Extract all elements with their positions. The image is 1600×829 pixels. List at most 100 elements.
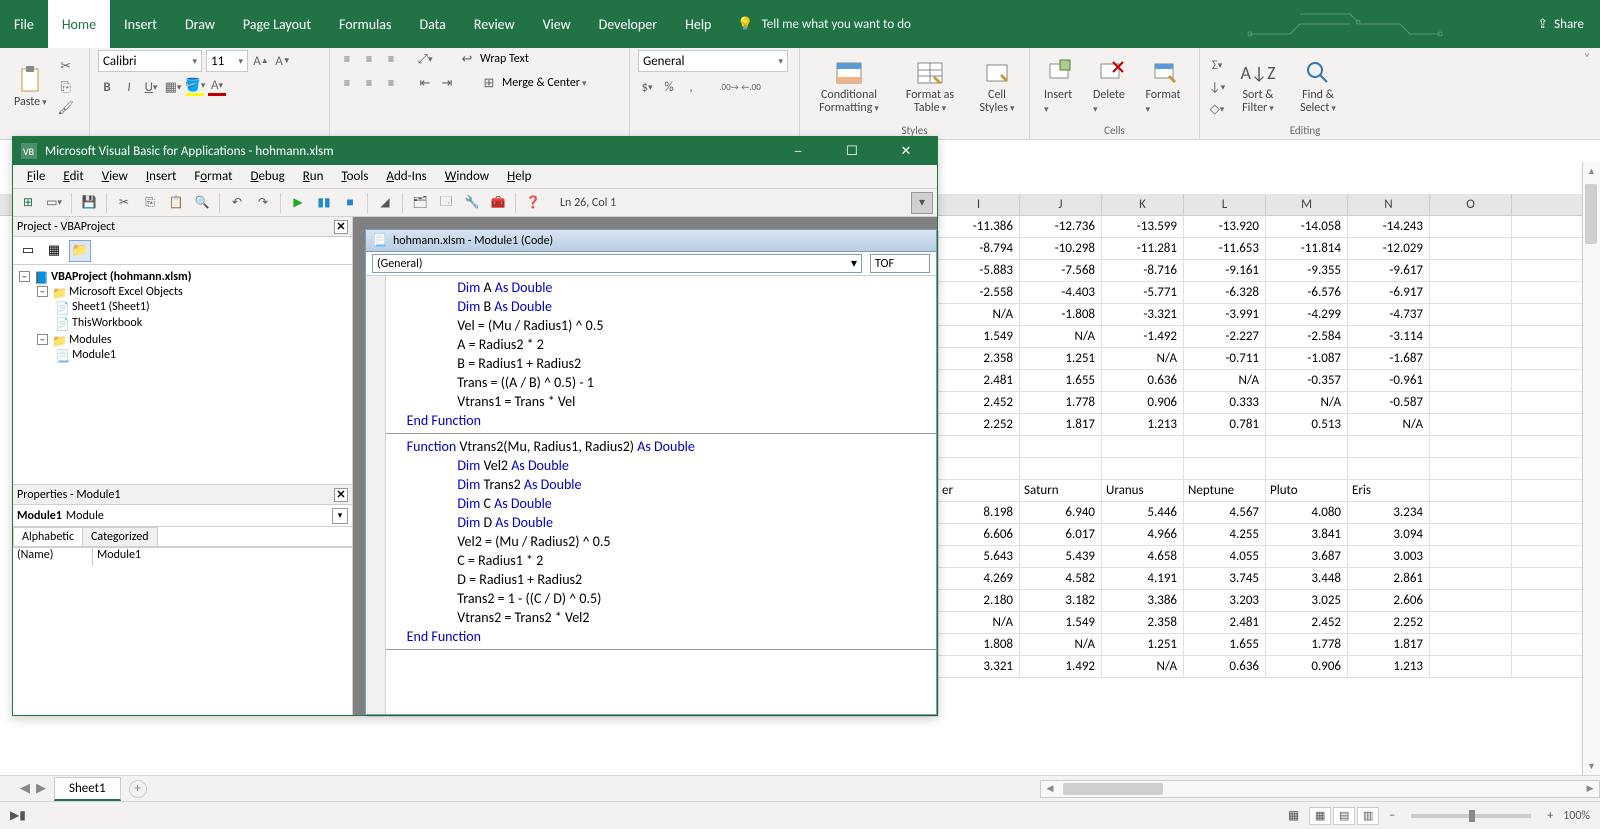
cell[interactable]: N/A (1020, 634, 1102, 655)
find-button[interactable]: 🔍 (191, 192, 213, 214)
horizontal-scrollbar[interactable]: ◀ ▶ (1040, 780, 1600, 798)
cell[interactable]: -9.617 (1348, 260, 1430, 281)
tab-insert[interactable]: Insert (110, 0, 171, 48)
cell[interactable]: 4.055 (1184, 546, 1266, 567)
object-dropdown[interactable]: ▾ (332, 508, 348, 524)
cell[interactable]: 4.966 (1102, 524, 1184, 545)
cell[interactable]: 1.817 (1348, 634, 1430, 655)
help-button[interactable]: ❓ (522, 192, 544, 214)
props-tab-categorized[interactable]: Categorized (82, 527, 157, 546)
decrease-indent-button[interactable]: ⇤ (416, 74, 434, 92)
macro-record-icon[interactable]: ▶▮ (10, 808, 26, 823)
reset-button[interactable]: ■ (339, 192, 361, 214)
cell[interactable]: -5.883 (938, 260, 1020, 281)
cell[interactable]: N/A (1102, 656, 1184, 677)
cell[interactable]: Pluto (1266, 480, 1348, 501)
cell[interactable]: 3.003 (1348, 546, 1430, 567)
cell[interactable] (1430, 216, 1512, 237)
cell[interactable]: 3.448 (1266, 568, 1348, 589)
cell[interactable]: -0.587 (1348, 392, 1430, 413)
zoom-level[interactable]: 100% (1563, 809, 1590, 823)
cell[interactable]: 3.321 (938, 656, 1020, 677)
cell[interactable]: 1.808 (938, 634, 1020, 655)
cut-button[interactable]: ✂ (57, 57, 75, 75)
cell[interactable]: 4.191 (1102, 568, 1184, 589)
cell[interactable]: -11.281 (1102, 238, 1184, 259)
vba-menu-help[interactable]: Help (499, 167, 539, 186)
run-button[interactable]: ▶ (287, 192, 309, 214)
scroll-up-button[interactable]: ▲ (1583, 162, 1600, 180)
sheet-prev-button[interactable]: ◀ (20, 781, 30, 796)
cell[interactable]: -1.087 (1266, 348, 1348, 369)
sheet-tab-sheet1[interactable]: Sheet1 (54, 777, 121, 801)
cell[interactable]: 4.567 (1184, 502, 1266, 523)
increase-font-button[interactable]: A▲ (252, 52, 270, 70)
tree-thisworkbook[interactable]: ThisWorkbook (72, 316, 142, 330)
cell[interactable] (1430, 392, 1512, 413)
cell[interactable]: -13.920 (1184, 216, 1266, 237)
display-settings-icon[interactable]: ▦ (1288, 808, 1299, 823)
cell[interactable]: 3.025 (1266, 590, 1348, 611)
cell[interactable]: -9.355 (1266, 260, 1348, 281)
cell[interactable]: 5.643 (938, 546, 1020, 567)
cell[interactable]: 1.655 (1020, 370, 1102, 391)
cell[interactable]: 5.439 (1020, 546, 1102, 567)
cell[interactable]: 2.452 (938, 392, 1020, 413)
cell[interactable]: 2.481 (1184, 612, 1266, 633)
cell[interactable] (1430, 656, 1512, 677)
cell-styles-button[interactable]: Cell Styles (970, 57, 1024, 117)
cell[interactable]: 2.358 (1102, 612, 1184, 633)
tree-modules-folder[interactable]: Modules (69, 333, 112, 347)
cell[interactable] (1430, 370, 1512, 391)
page-layout-view-button[interactable]: ▤ (1333, 807, 1355, 825)
format-painter-button[interactable]: 🖌 (57, 99, 75, 117)
properties-pane-close[interactable]: ✕ (334, 488, 348, 502)
cell[interactable] (1430, 480, 1512, 501)
tree-objects-folder[interactable]: Microsoft Excel Objects (69, 285, 183, 299)
format-as-table-button[interactable]: Format as Table (894, 57, 966, 117)
tab-developer[interactable]: Developer (585, 0, 671, 48)
cell[interactable]: 1.213 (1102, 414, 1184, 435)
cell[interactable] (1430, 282, 1512, 303)
cell[interactable]: 0.636 (1102, 370, 1184, 391)
column-header[interactable]: K (1102, 194, 1184, 215)
cell[interactable] (1430, 524, 1512, 545)
tell-me-search[interactable]: 💡 Tell me what you want to do (737, 17, 911, 32)
cell[interactable]: 6.606 (938, 524, 1020, 545)
find-select-button[interactable]: Find & Select (1290, 57, 1346, 117)
vba-menu-window[interactable]: Window (437, 167, 497, 186)
tab-draw[interactable]: Draw (171, 0, 229, 48)
cell[interactable]: -8.716 (1102, 260, 1184, 281)
column-header[interactable]: J (1020, 194, 1102, 215)
cell[interactable]: Saturn (1020, 480, 1102, 501)
cell[interactable]: 2.606 (1348, 590, 1430, 611)
undo-button[interactable]: ↶ (226, 192, 248, 214)
scroll-down-button[interactable]: ▼ (1583, 757, 1600, 775)
cell[interactable] (1184, 458, 1266, 479)
cut-button[interactable]: ✂ (113, 192, 135, 214)
cell[interactable]: N/A (1102, 348, 1184, 369)
cell[interactable]: 2.358 (938, 348, 1020, 369)
cell[interactable] (1020, 436, 1102, 457)
cell[interactable] (1430, 348, 1512, 369)
tab-help[interactable]: Help (671, 0, 725, 48)
align-middle-button[interactable]: ≡ (360, 50, 378, 68)
view-code-button[interactable]: ▭ (17, 240, 39, 262)
tab-home[interactable]: Home (48, 0, 110, 48)
page-break-view-button[interactable]: ▥ (1357, 807, 1379, 825)
cell[interactable]: 3.841 (1266, 524, 1348, 545)
borders-button[interactable]: ▦ (164, 78, 182, 96)
cell[interactable]: Uranus (1102, 480, 1184, 501)
cell[interactable]: -2.558 (938, 282, 1020, 303)
cell[interactable]: 6.017 (1020, 524, 1102, 545)
excel-view-button[interactable]: ⊞ (17, 192, 39, 214)
scroll-left-button[interactable]: ◀ (1041, 781, 1059, 797)
tab-page-layout[interactable]: Page Layout (229, 0, 325, 48)
increase-indent-button[interactable]: ⇥ (438, 74, 456, 92)
insert-module-button[interactable]: ▭ (43, 192, 65, 214)
cell[interactable]: -10.298 (1020, 238, 1102, 259)
cell[interactable] (1430, 260, 1512, 281)
zoom-slider[interactable] (1411, 814, 1531, 818)
cell[interactable] (1430, 304, 1512, 325)
format-cells-button[interactable]: Format (1139, 56, 1191, 118)
